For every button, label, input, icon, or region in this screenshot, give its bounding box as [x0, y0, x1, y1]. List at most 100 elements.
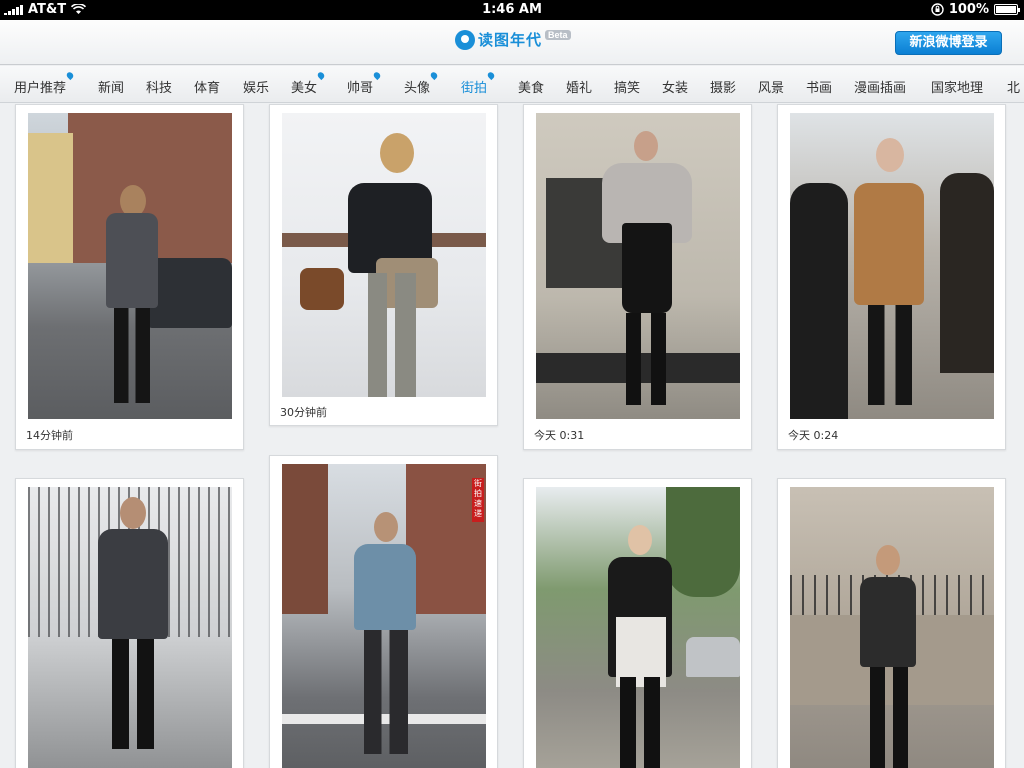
street-photo[interactable] — [790, 113, 994, 419]
street-photo[interactable] — [790, 487, 994, 768]
person — [634, 131, 658, 161]
tab-label: 街拍 — [461, 81, 488, 96]
tab-label: 用户推荐 — [14, 81, 67, 96]
photo-card[interactable] — [523, 478, 752, 768]
timestamp: 14分钟前 — [26, 429, 73, 442]
timestamp: 今天 0:24 — [788, 429, 839, 442]
tab-photography[interactable]: 摄影 — [710, 77, 736, 96]
person — [380, 133, 414, 173]
tab-label: 新闻 — [98, 81, 125, 96]
category-tabs: 用户推荐 新闻 科技 体育 娱乐 美女 帅哥 头像 街拍 美食 婚礼 搞笑 女装… — [0, 66, 1024, 103]
tab-label: 帅哥 — [347, 81, 374, 96]
app-header: 读图年代 Beta 新浪微博登录 — [0, 20, 1024, 65]
tab-user-recommend[interactable]: 用户推荐 — [14, 70, 75, 96]
handbag — [300, 268, 344, 310]
photo-card[interactable]: 街拍速递 — [269, 455, 498, 768]
person — [628, 525, 652, 555]
app-name: 读图年代 — [478, 31, 543, 49]
tab-comics[interactable]: 漫画插画 — [854, 77, 906, 96]
street-photo[interactable] — [28, 487, 232, 768]
building — [28, 133, 73, 263]
tab-label: 娱乐 — [243, 81, 270, 96]
tab-entertainment[interactable]: 娱乐 — [243, 77, 269, 96]
person — [620, 677, 660, 768]
building — [282, 464, 328, 614]
photo-card[interactable] — [777, 478, 1006, 768]
person — [790, 183, 848, 419]
tab-label: 体育 — [194, 81, 221, 96]
person — [876, 545, 900, 575]
tree — [666, 487, 740, 597]
orientation-lock-icon — [931, 3, 944, 16]
tab-news[interactable]: 新闻 — [98, 77, 124, 96]
battery-icon — [994, 4, 1020, 15]
photo-card[interactable]: 14分钟前 — [15, 104, 244, 450]
person — [626, 313, 666, 405]
camel-coat — [854, 183, 924, 305]
timestamp: 30分钟前 — [280, 406, 327, 419]
tab-funny[interactable]: 搞笑 — [614, 77, 640, 96]
tab-natgeo[interactable]: 国家地理 — [931, 77, 983, 96]
tab-street-snap[interactable]: 街拍 — [461, 70, 496, 96]
street-photo[interactable] — [282, 113, 486, 397]
person — [98, 529, 168, 639]
battery-percent: 100% — [948, 2, 989, 17]
tab-label: 女装 — [662, 81, 689, 96]
tab-calligraphy[interactable]: 书画 — [806, 77, 832, 96]
person — [868, 305, 912, 405]
new-badge-icon — [65, 70, 75, 81]
tab-scenery[interactable]: 风景 — [758, 77, 784, 96]
new-badge-icon — [486, 70, 496, 81]
app-logo-icon — [455, 29, 475, 50]
car — [148, 258, 232, 328]
tab-label: 科技 — [146, 81, 173, 96]
timestamp: 今天 0:31 — [534, 429, 585, 442]
tab-more[interactable]: 北 — [1007, 77, 1020, 96]
photo-card[interactable] — [15, 478, 244, 768]
tab-label: 婚礼 — [566, 81, 593, 96]
photo-card[interactable]: 30分钟前 — [269, 104, 498, 426]
tab-label: 风景 — [758, 81, 785, 96]
person — [374, 512, 398, 542]
person — [368, 273, 416, 397]
person — [876, 138, 904, 172]
street-photo[interactable] — [536, 113, 740, 419]
beta-badge: Beta — [545, 29, 571, 40]
tab-handsome[interactable]: 帅哥 — [347, 70, 382, 96]
status-right: 100% — [931, 2, 1020, 17]
tab-label: 美女 — [291, 81, 318, 96]
tab-label: 头像 — [404, 81, 431, 96]
person — [112, 639, 154, 749]
car — [686, 637, 740, 677]
photo-card[interactable]: 今天 0:31 — [523, 104, 752, 450]
street-photo[interactable]: 街拍速递 — [282, 464, 486, 768]
tab-label: 书画 — [806, 81, 833, 96]
tab-womens-wear[interactable]: 女装 — [662, 77, 688, 96]
person — [120, 497, 146, 529]
watermark-text: 街拍速递 — [474, 479, 482, 518]
weibo-login-button[interactable]: 新浪微博登录 — [895, 31, 1002, 55]
new-badge-icon — [316, 70, 326, 81]
tab-label: 搞笑 — [614, 81, 641, 96]
tab-wedding[interactable]: 婚礼 — [566, 77, 592, 96]
new-badge-icon — [372, 70, 382, 81]
tab-food[interactable]: 美食 — [518, 77, 544, 96]
tab-avatar[interactable]: 头像 — [404, 70, 439, 96]
person — [114, 308, 150, 403]
street-photo[interactable] — [536, 487, 740, 768]
photo-grid: 14分钟前 30分钟前 今天 0:31 今天 0:24 街拍速递 — [0, 104, 1024, 768]
new-badge-icon — [429, 70, 439, 81]
tab-sports[interactable]: 体育 — [194, 77, 220, 96]
tab-label: 摄影 — [710, 81, 737, 96]
watermark-badge: 街拍速递 — [472, 478, 484, 522]
street-photo[interactable] — [28, 113, 232, 419]
photo-card[interactable]: 今天 0:24 — [777, 104, 1006, 450]
person — [870, 667, 908, 768]
person — [106, 213, 158, 308]
person — [940, 173, 994, 373]
person — [364, 630, 408, 754]
tab-tech[interactable]: 科技 — [146, 77, 172, 96]
status-clock: 1:46 AM — [482, 2, 542, 17]
tab-label: 美食 — [518, 81, 545, 96]
tab-beauty[interactable]: 美女 — [291, 70, 326, 96]
